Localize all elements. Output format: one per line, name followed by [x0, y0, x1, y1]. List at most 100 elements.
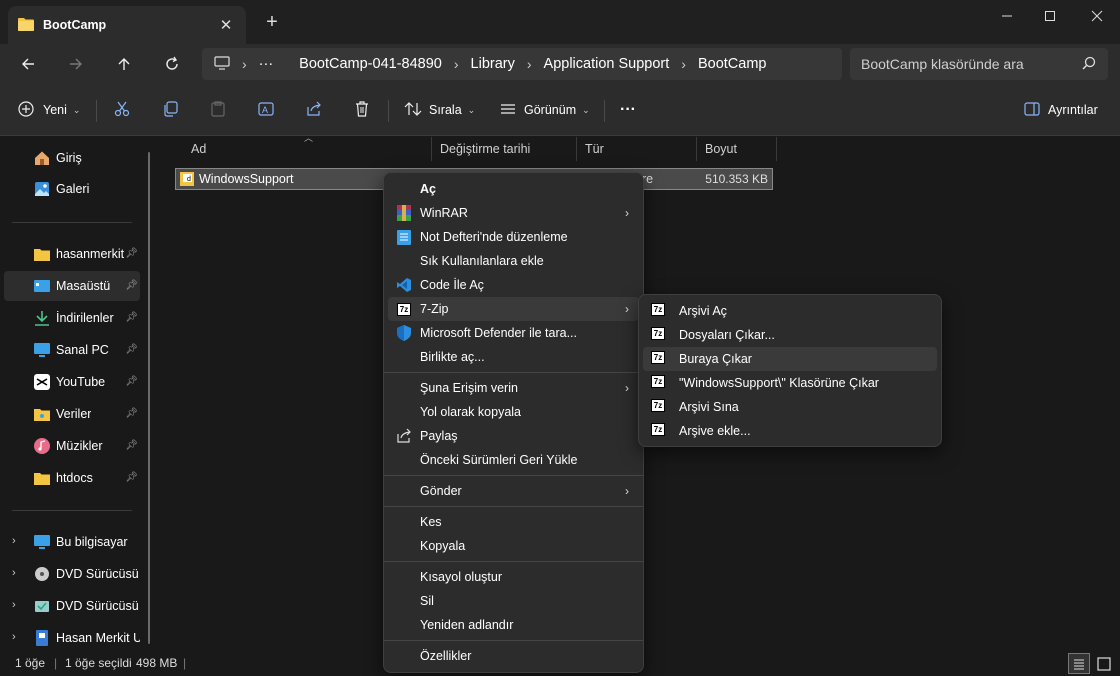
- menu-item-label: Gönder: [420, 484, 462, 498]
- sidebar-item-label: Hasan Merkit US: [56, 631, 140, 645]
- sort-button[interactable]: Sırala ⌄: [404, 98, 475, 122]
- menu-item-label: Microsoft Defender ile tara...: [420, 326, 578, 340]
- chevron-right-icon[interactable]: ›: [12, 567, 16, 579]
- sidebar-scrollbar[interactable]: [148, 152, 150, 644]
- sidebar-item-youtube[interactable]: YouTube 📌︎: [4, 367, 140, 397]
- submenu-item-extract-here[interactable]: 7z Buraya Çıkar: [643, 347, 937, 371]
- column-header-name[interactable]: Ad: [183, 137, 432, 161]
- refresh-button[interactable]: [158, 52, 186, 76]
- menu-item-label: 7-Zip: [420, 302, 449, 316]
- sidebar-item-veriler[interactable]: Veriler 📌︎: [4, 399, 140, 429]
- menu-item-winrar[interactable]: WinRAR ›: [388, 201, 639, 225]
- submenu-item-test-archive[interactable]: 7z Arşivi Sına: [643, 395, 937, 419]
- close-tab-icon[interactable]: ✕: [216, 15, 236, 35]
- view-button[interactable]: Görünüm ⌄: [500, 98, 590, 122]
- dvd-icon: [34, 566, 50, 582]
- copy-button[interactable]: [162, 98, 178, 122]
- minimize-button[interactable]: [984, 0, 1030, 32]
- close-window-button[interactable]: [1074, 0, 1120, 32]
- cut-button[interactable]: [114, 98, 130, 122]
- tab-bootcamp[interactable]: BootCamp ✕: [8, 6, 246, 44]
- sidebar-item-this-pc[interactable]: › Bu bilgisayar: [4, 527, 140, 557]
- share-button[interactable]: [306, 98, 322, 122]
- sidebar-item-desktop[interactable]: Masaüstü 📌︎: [4, 271, 140, 301]
- up-button[interactable]: [110, 52, 138, 76]
- tiles-view-icon[interactable]: [1094, 654, 1114, 674]
- breadcrumb-bootcamp-041[interactable]: BootCamp-041-84890: [299, 56, 442, 72]
- sidebar-item-hasanmerkit[interactable]: hasanmerkit 📌︎: [4, 239, 140, 269]
- menu-item-properties[interactable]: Özellikler: [388, 644, 639, 668]
- menu-item-defender[interactable]: Microsoft Defender ile tara...: [388, 321, 639, 345]
- sidebar-item-dvd-2[interactable]: › DVD Sürücüsü (I: [4, 591, 140, 621]
- menu-item-give-access[interactable]: Şuna Erişim verin ›: [388, 376, 639, 400]
- menu-item-label: Paylaş: [420, 429, 458, 443]
- menu-item-delete[interactable]: Sil: [388, 589, 639, 613]
- sidebar-item-dvd-1[interactable]: › DVD Sürücüsü (I: [4, 559, 140, 589]
- pin-icon[interactable]: 📌︎: [125, 472, 138, 483]
- menu-item-open-with-code[interactable]: Code İle Aç: [388, 273, 639, 297]
- menu-item-create-shortcut[interactable]: Kısayol oluştur: [388, 565, 639, 589]
- divider: [384, 506, 643, 507]
- menu-item-copy[interactable]: Kopyala: [388, 534, 639, 558]
- pin-icon[interactable]: 📌︎: [125, 280, 138, 291]
- column-header-type[interactable]: Tür: [577, 137, 697, 161]
- rename-button[interactable]: A: [258, 98, 274, 122]
- more-options-button[interactable]: ···: [620, 98, 636, 122]
- breadcrumb-application-support[interactable]: Application Support: [544, 56, 670, 72]
- chevron-right-icon[interactable]: ›: [12, 599, 16, 611]
- capcut-icon: [34, 374, 50, 390]
- menu-item-share[interactable]: Paylaş: [388, 424, 639, 448]
- chevron-right-icon[interactable]: ›: [12, 631, 16, 643]
- menu-item-7zip[interactable]: 7z 7-Zip ›: [388, 297, 639, 321]
- menu-item-label: Arşivi Aç: [679, 304, 727, 318]
- column-header-size[interactable]: Boyut: [697, 137, 777, 161]
- search-input[interactable]: BootCamp klasöründe ara: [850, 48, 1108, 80]
- menu-item-rename[interactable]: Yeniden adlandır: [388, 613, 639, 637]
- sidebar-item-downloads[interactable]: İndirilenler 📌︎: [4, 303, 140, 333]
- menu-item-label: Aç: [420, 182, 436, 196]
- menu-item-restore-versions[interactable]: Önceki Sürümleri Geri Yükle: [388, 448, 639, 472]
- menu-item-notepad[interactable]: Not Defteri'nde düzenleme: [388, 225, 639, 249]
- pin-icon[interactable]: 📌︎: [125, 344, 138, 355]
- details-view-icon[interactable]: [1068, 653, 1090, 674]
- submenu-item-extract-to-folder[interactable]: 7z "WindowsSupport\" Klasörüne Çıkar: [643, 371, 937, 395]
- sidebar-item-gallery[interactable]: Galeri: [4, 174, 140, 204]
- sidebar-item-htdocs[interactable]: htdocs 📌︎: [4, 463, 140, 493]
- sidebar-item-home[interactable]: Giriş: [4, 143, 140, 173]
- submenu-item-extract-files[interactable]: 7z Dosyaları Çıkar...: [643, 323, 937, 347]
- sidebar-item-music[interactable]: Müzikler 📌︎: [4, 431, 140, 461]
- command-bar: Yeni ⌄ A Sırala ⌄ Görünüm ⌄ ··· Ayrıntıl…: [0, 84, 1120, 136]
- menu-item-open[interactable]: Aç: [388, 177, 639, 201]
- breadcrumb-overflow[interactable]: ···: [259, 56, 274, 72]
- back-button[interactable]: [14, 52, 42, 76]
- address-bar[interactable]: › ··· BootCamp-041-84890 › Library › App…: [202, 48, 842, 80]
- new-tab-button[interactable]: +: [262, 12, 282, 32]
- submenu-item-open-archive[interactable]: 7z Arşivi Aç: [643, 299, 937, 323]
- pin-icon[interactable]: 📌︎: [125, 248, 138, 259]
- sidebar-item-usb[interactable]: › Hasan Merkit US: [4, 623, 140, 653]
- menu-item-cut[interactable]: Kes: [388, 510, 639, 534]
- maximize-button[interactable]: [1027, 0, 1073, 32]
- breadcrumb-bootcamp[interactable]: BootCamp: [698, 56, 767, 72]
- tab-title: BootCamp: [43, 18, 107, 32]
- menu-item-copy-as-path[interactable]: Yol olarak kopyala: [388, 400, 639, 424]
- delete-button[interactable]: [354, 98, 370, 122]
- new-label: Yeni: [43, 103, 67, 117]
- pin-icon[interactable]: 📌︎: [125, 376, 138, 387]
- pin-icon[interactable]: 📌︎: [125, 312, 138, 323]
- menu-item-open-with[interactable]: Birlikte aç...: [388, 345, 639, 369]
- menu-item-send-to[interactable]: Gönder ›: [388, 479, 639, 503]
- new-button[interactable]: Yeni ⌄: [18, 98, 80, 122]
- breadcrumb-library[interactable]: Library: [471, 56, 515, 72]
- sidebar-item-virtual-pc[interactable]: Sanal PC 📌︎: [4, 335, 140, 365]
- sidebar-item-label: İndirilenler: [56, 311, 114, 325]
- chevron-right-icon[interactable]: ›: [12, 535, 16, 547]
- menu-item-add-favorites[interactable]: Sık Kullanılanlara ekle: [388, 249, 639, 273]
- column-header-modified[interactable]: Değiştirme tarihi: [432, 137, 577, 161]
- details-pane-button[interactable]: Ayrıntılar: [1024, 98, 1098, 122]
- pin-icon[interactable]: 📌︎: [125, 408, 138, 419]
- paste-button[interactable]: [210, 98, 226, 122]
- pin-icon[interactable]: 📌︎: [125, 440, 138, 451]
- submenu-item-add-to-archive[interactable]: 7z Arşive ekle...: [643, 419, 937, 443]
- forward-button[interactable]: [62, 52, 90, 76]
